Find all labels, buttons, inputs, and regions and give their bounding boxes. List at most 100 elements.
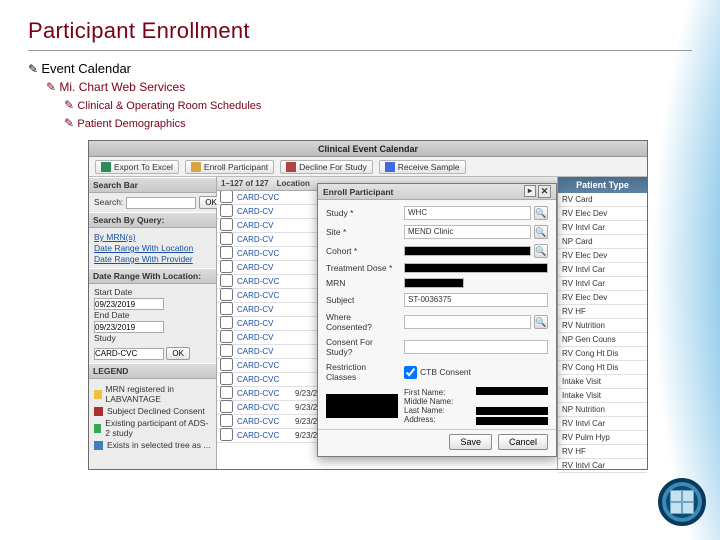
row-location: CARD-CV [235,319,295,328]
export-label: Export To Excel [114,162,173,172]
row-checkbox[interactable] [220,288,233,301]
legend-icon-declined [94,407,103,416]
row-location: CARD-CVC [235,431,295,440]
row-checkbox[interactable] [220,414,233,427]
row-checkbox[interactable] [220,260,233,273]
date-range-header: Date Range With Location: [89,268,216,284]
modal-study-label: Study * [326,208,398,218]
receive-sample-button[interactable]: Receive Sample [379,160,466,174]
row-location: CARD-CVC [235,417,295,426]
range-ok-button[interactable]: OK [166,347,190,360]
lookup-icon[interactable]: 🔍 [534,315,548,329]
enroll-label: Enroll Participant [204,162,268,172]
lookup-icon[interactable]: 🔍 [534,206,548,220]
modal-subject-label: Subject [326,295,398,305]
legend-icon-existing [94,424,101,433]
decline-study-button[interactable]: Decline For Study [280,160,373,174]
end-date-input[interactable] [94,321,164,333]
modal-dose-field[interactable] [404,263,548,273]
redacted-addr [476,417,548,425]
patient-type-row: RV Intvl Car [558,221,647,235]
patient-type-row: RV Pulm Hyp [558,431,647,445]
row-checkbox[interactable] [220,330,233,343]
middle-name-label: Middle Name: [404,397,470,406]
row-location: CARD-CVC [235,389,295,398]
row-location: CARD-CVC [235,193,295,202]
query-date-provider-link[interactable]: Date Range With Provider [94,254,211,264]
sample-icon [385,162,395,172]
patient-type-row: NP Card [558,235,647,249]
enroll-icon [191,162,201,172]
modal-subject-field[interactable]: ST-0036375 [404,293,548,307]
row-checkbox[interactable] [220,274,233,287]
modal-ctb-checkbox[interactable]: CTB Consent [404,366,548,379]
patient-type-row: NP Nutrition [558,403,647,417]
modal-cancel-button[interactable]: Cancel [498,434,548,450]
modal-dose-label: Treatment Dose * [326,263,398,273]
grid-counter: 1–127 of 127 [221,179,269,188]
row-checkbox[interactable] [220,232,233,245]
row-location: CARD-CVC [235,249,295,258]
row-checkbox[interactable] [220,344,233,357]
search-label: Search: [94,197,123,207]
query-by-mrn-link[interactable]: By MRN(s) [94,232,211,242]
search-bar-header: Search Bar [89,177,216,193]
export-excel-button[interactable]: Export To Excel [95,160,179,174]
patient-type-row: Intake Visit [558,389,647,403]
row-location: CARD-CVC [235,375,295,384]
title-rule [28,50,692,51]
corner-badge [658,478,706,526]
query-date-location-link[interactable]: Date Range With Location [94,243,211,253]
redacted-block [326,394,398,418]
modal-cohort-label: Cohort * [326,246,398,256]
modal-study-field[interactable]: WHC [404,206,531,220]
row-location: CARD-CV [235,347,295,356]
modal-collapse-icon[interactable]: ▸ [524,185,536,197]
start-date-input[interactable] [94,298,164,310]
row-checkbox[interactable] [220,302,233,315]
legend-icon-exists-tree [94,441,103,450]
first-name-label: First Name: [404,388,470,397]
row-location: CARD-CV [235,333,295,342]
patient-type-row: RV Elec Dev [558,291,647,305]
redacted-last [476,407,548,415]
study-input[interactable] [94,348,164,360]
row-location: CARD-CV [235,305,295,314]
modal-cohort-field[interactable] [404,246,531,256]
start-date-label: Start Date [94,287,211,297]
patient-type-pane: Patient Type RV CardRV Elec DevRV Intvl … [557,177,647,469]
modal-site-field[interactable]: MEND Clinic [404,225,531,239]
legend-row-2: Subject Declined Consent [94,406,211,416]
modal-close-icon[interactable]: ✕ [538,185,551,198]
modal-mrn-field[interactable] [404,278,464,288]
patient-type-row: RV Intvl Car [558,417,647,431]
lookup-icon[interactable]: 🔍 [534,225,548,239]
slide-title: Participant Enrollment [28,18,692,44]
legend-header: LEGEND [89,363,216,379]
left-sidebar: Search Bar Search: OK Search By Query: B… [89,177,217,469]
row-checkbox[interactable] [220,386,233,399]
bullet-michart: Mi. Chart Web Services [46,80,692,94]
row-checkbox[interactable] [220,218,233,231]
row-checkbox[interactable] [220,191,233,203]
patient-type-row: RV Nutrition [558,319,647,333]
row-checkbox[interactable] [220,204,233,217]
modal-save-button[interactable]: Save [449,434,492,450]
enroll-participant-button[interactable]: Enroll Participant [185,160,274,174]
lookup-icon[interactable]: 🔍 [534,244,548,258]
legend-icon-registered [94,390,102,399]
modal-consent-field[interactable] [404,340,548,354]
row-checkbox[interactable] [220,428,233,441]
search-input[interactable] [126,197,196,209]
row-checkbox[interactable] [220,246,233,259]
app-titlebar: Clinical Event Calendar [89,141,647,157]
end-date-label: End Date [94,310,211,320]
row-checkbox[interactable] [220,316,233,329]
modal-where-field[interactable] [404,315,531,329]
row-location: CARD-CV [235,235,295,244]
row-checkbox[interactable] [220,358,233,371]
row-checkbox[interactable] [220,372,233,385]
modal-title: Enroll Participant [323,187,393,197]
row-location: CARD-CVC [235,291,295,300]
row-checkbox[interactable] [220,400,233,413]
